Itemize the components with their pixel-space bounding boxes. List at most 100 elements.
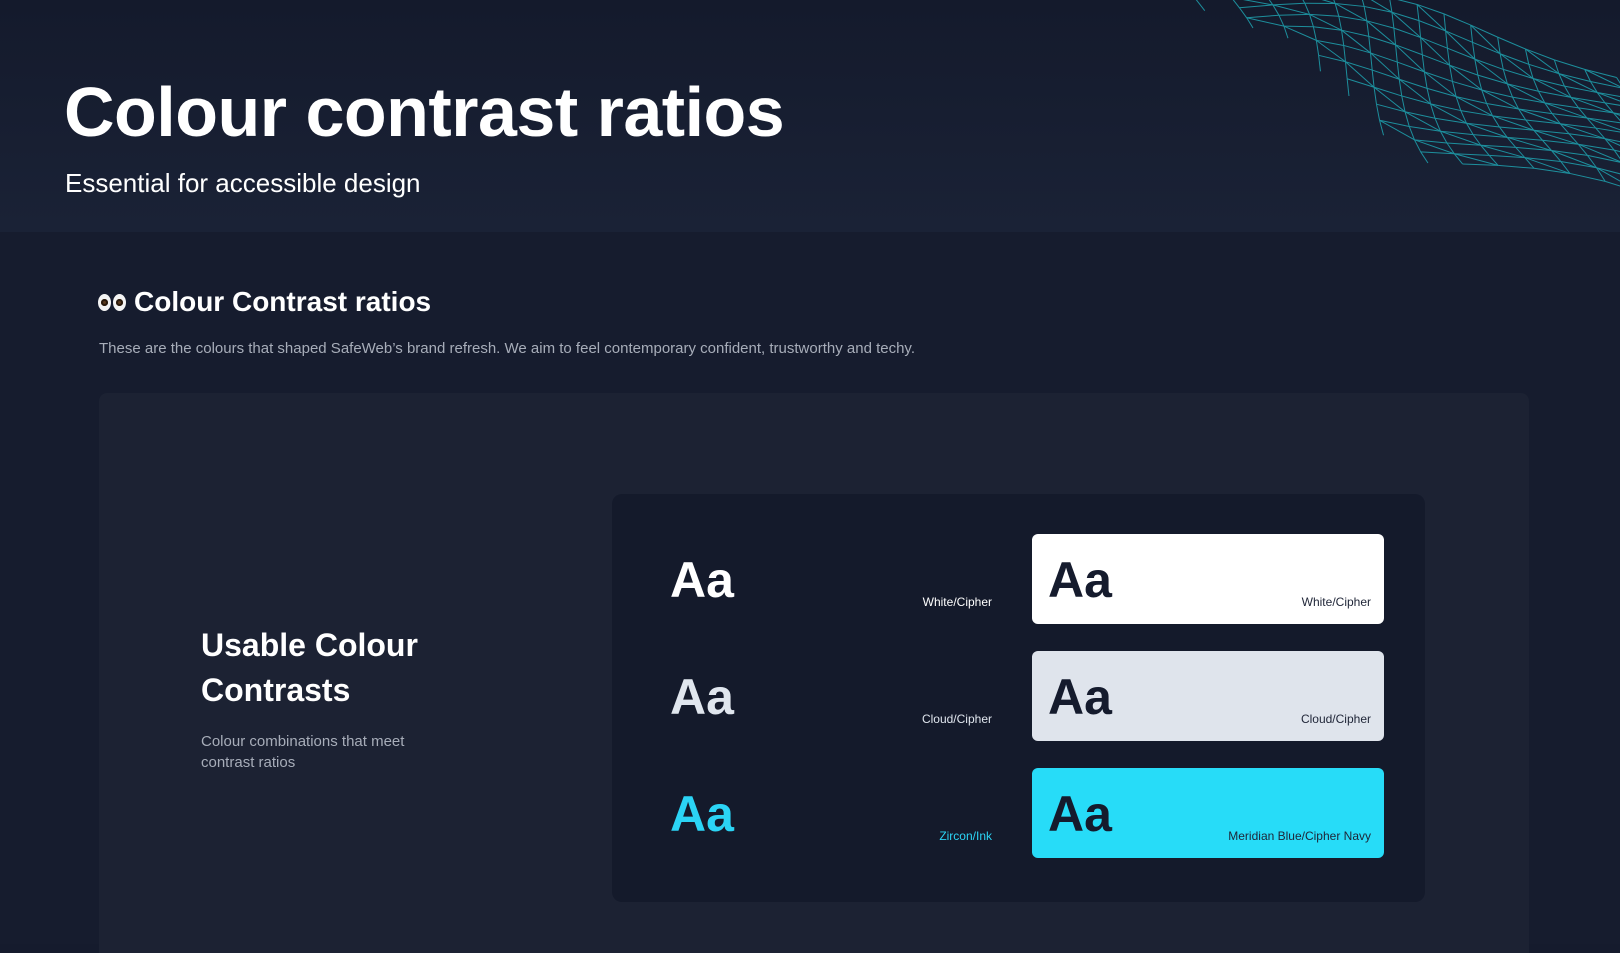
mesh-line [1569,134,1605,139]
mesh-line [1279,14,1310,15]
mesh-line [1284,26,1316,40]
mesh-line [1447,48,1449,65]
mesh-line [1559,74,1591,82]
mesh-line [1421,152,1428,163]
dark-sample: Aa [670,552,734,608]
mesh-line [1369,36,1396,44]
mesh-line [1534,168,1570,173]
mesh-line [1345,62,1347,79]
mesh-line [1471,25,1498,37]
mesh-line [1417,4,1446,30]
mesh-line [1397,62,1399,79]
wireframe-mesh-icon [1150,0,1620,232]
mesh-line [1364,6,1367,20]
mesh-line [1431,104,1461,111]
mesh-line [1316,40,1318,55]
mesh-line [1561,161,1597,167]
mesh-line [1471,25,1473,42]
mesh-line [1396,45,1423,55]
mesh-line [1239,8,1246,18]
mesh-line [1231,0,1239,8]
dark-sample: Aa [670,669,734,725]
mesh-line [1239,5,1272,8]
mesh-line [1421,38,1448,49]
mesh-line [1452,81,1481,90]
contrast-panel: Usable Colour Contrasts Colour combinati… [99,393,1529,953]
mesh-line [1371,53,1400,79]
mesh-line [1570,173,1605,181]
mesh-line [1446,31,1448,48]
mesh-line [1273,5,1310,15]
chip-label: Cloud/Cipher [1301,712,1371,726]
mesh-line [1231,0,1273,5]
mesh-line [1394,28,1396,45]
mesh-line [1475,59,1508,84]
mesh-line [1578,144,1620,163]
mesh-line [1587,118,1620,123]
mesh-line [1447,48,1474,59]
dark-sample-label: Cloud/Cipher [922,712,992,726]
chip-label: Meridian Blue/Cipher Navy [1228,829,1371,843]
mesh-line [1399,79,1402,96]
light-chip: Aa Meridian Blue/Cipher Navy [1032,768,1384,858]
mesh-line [1579,108,1614,113]
mesh-line [1372,70,1399,79]
mesh-line [1473,42,1501,53]
mesh-line [1564,86,1597,92]
mesh-line [1444,14,1471,25]
mesh-line [1313,27,1316,41]
contrast-row: Aa White/Cipher Aa White/Cipher [612,534,1425,624]
mesh-line [1399,79,1427,88]
swatch-card: Aa White/Cipher Aa White/Cipher Aa Cloud… [612,494,1425,902]
mesh-line [1446,31,1475,59]
mesh-line [1503,69,1533,78]
mesh-line [1371,53,1398,62]
mesh-line [1405,112,1435,118]
mesh-line [1471,25,1500,54]
mesh-line [1446,31,1473,42]
mesh-line [1424,72,1452,82]
mesh-line [1450,65,1478,75]
mesh-line [1529,64,1559,73]
mesh-line [1422,55,1449,65]
section-description: These are the colours that shaped SafeWe… [99,340,915,357]
mesh-line [1310,14,1339,16]
mesh-line [1196,0,1205,11]
dark-sample: Aa [670,786,734,842]
mesh-line [1525,49,1554,60]
mesh-line [1597,168,1620,177]
mesh-line [1417,4,1419,20]
contrast-row: Aa Cloud/Cipher Aa Cloud/Cipher [612,651,1425,741]
mesh-line [1554,60,1584,70]
mesh-line [1339,16,1342,30]
mesh-line [1394,28,1421,37]
mesh-line [1478,75,1508,84]
mesh-line [1475,59,1503,69]
mesh-line [1369,36,1371,53]
chip-sample: Aa [1048,786,1112,842]
mesh-line [1376,104,1379,120]
mesh-line [1507,84,1538,91]
mesh-line [1500,54,1529,65]
mesh-line [1374,87,1376,104]
mesh-line [1392,12,1394,28]
mesh-line [1367,21,1369,37]
mesh-line [1482,90,1513,97]
page-subtitle: Essential for accessible design [65,168,421,199]
mesh-line [1419,21,1446,31]
mesh-line [1533,78,1564,86]
mesh-line [1372,70,1374,87]
section-heading-text: Colour Contrast ratios [134,286,431,318]
mesh-line [1427,88,1456,96]
mesh-line [1344,45,1346,61]
chip-label: White/Cipher [1302,595,1371,609]
mesh-line [1361,0,1364,6]
mesh-line [1585,69,1617,77]
mesh-line [1247,15,1279,18]
mesh-line [1374,87,1402,96]
mesh-line [1571,97,1605,102]
mesh-line [1498,37,1526,49]
mesh-line [1538,91,1571,97]
mesh-line [1421,38,1423,55]
dark-sample-label: White/Cipher [923,595,992,609]
